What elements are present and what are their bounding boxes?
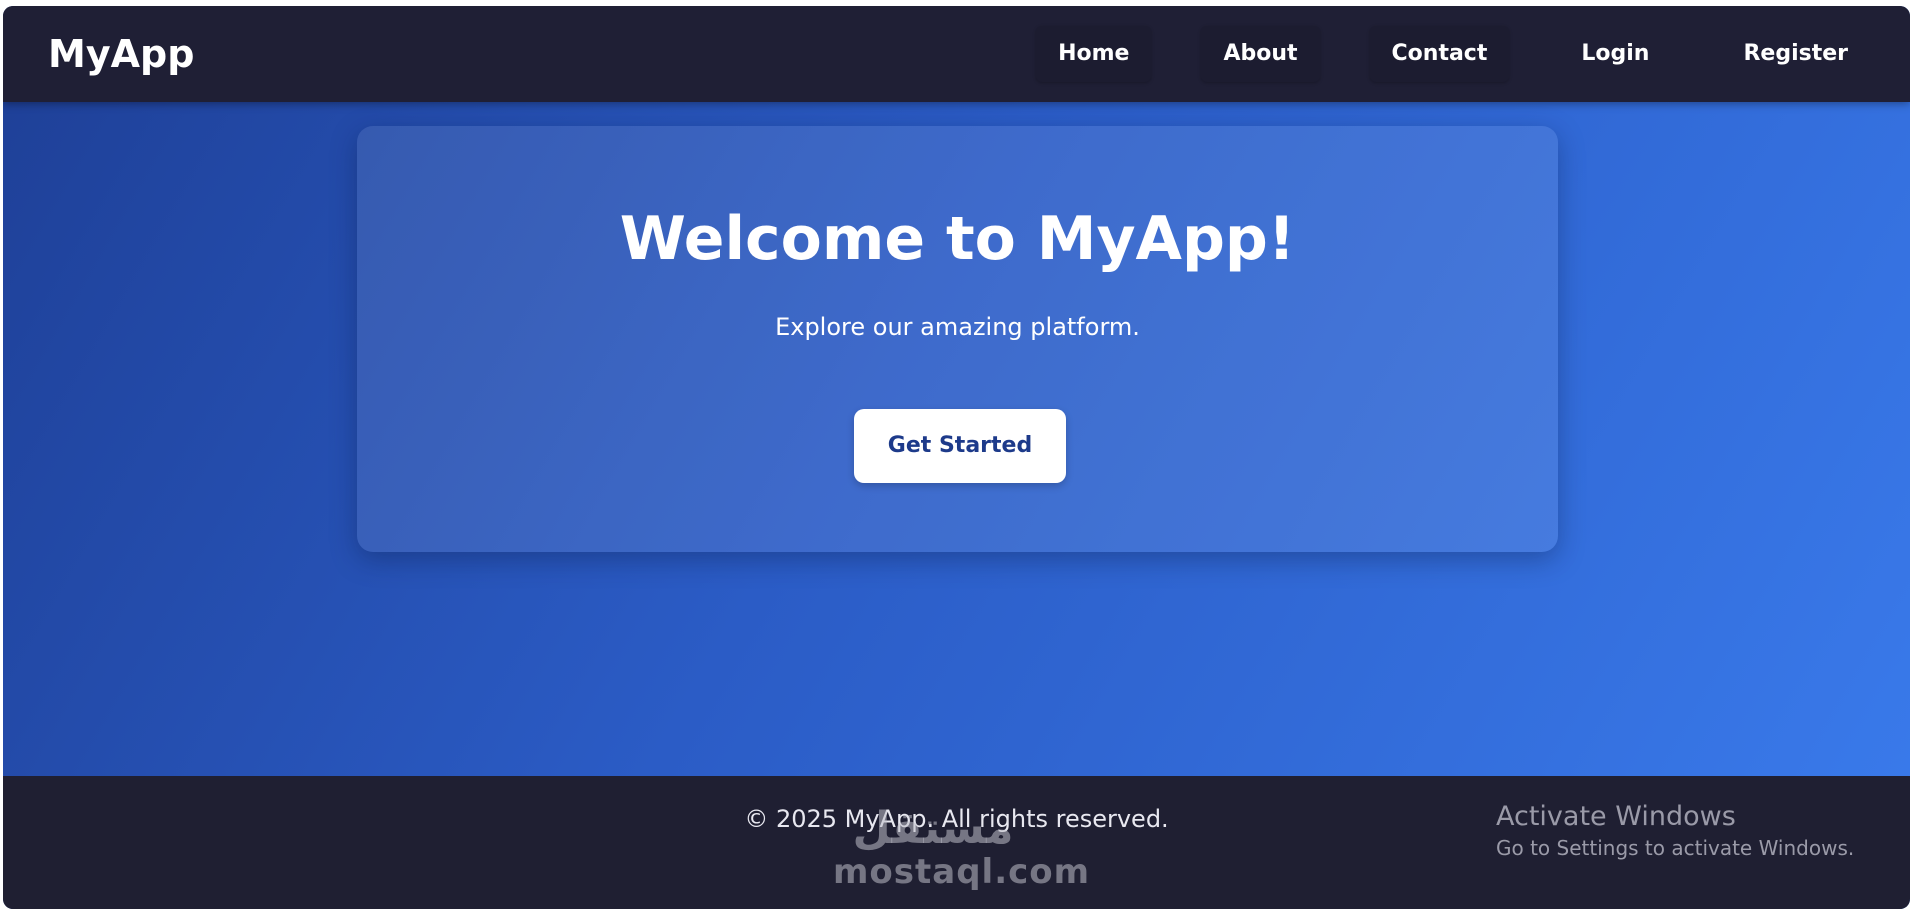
watermark-latin: mostaql.com (833, 852, 1091, 892)
hero-subtitle: Explore our amazing platform. (775, 313, 1140, 341)
nav-link-contact[interactable]: Contact (1369, 26, 1510, 82)
hero-title: Welcome to MyApp! (619, 204, 1296, 274)
watermark-arabic: مستقل (852, 803, 1014, 854)
nav-link-about[interactable]: About (1201, 26, 1320, 82)
navbar: MyApp Home About Contact Login Register (3, 6, 1910, 102)
brand-logo[interactable]: MyApp (48, 34, 194, 74)
hero-card: Welcome to MyApp! Explore our amazing pl… (357, 126, 1558, 552)
nav-links: Home About Contact Login Register (986, 26, 1870, 82)
activate-windows-subtitle: Go to Settings to activate Windows. (1496, 836, 1855, 860)
activate-windows-notice: Activate Windows Go to Settings to activ… (1496, 800, 1854, 862)
footer: © 2025 MyApp. All rights reserved. مستقل… (3, 776, 1910, 909)
activate-windows-title: Activate Windows (1496, 801, 1736, 832)
watermark-logo: مستقل mostaql.com (833, 803, 1091, 892)
nav-link-login[interactable]: Login (1559, 26, 1671, 82)
nav-link-home[interactable]: Home (1036, 26, 1152, 82)
get-started-button[interactable]: Get Started (854, 409, 1066, 483)
nav-link-register[interactable]: Register (1721, 26, 1870, 82)
app-window: MyApp Home About Contact Login Register … (3, 6, 1910, 909)
